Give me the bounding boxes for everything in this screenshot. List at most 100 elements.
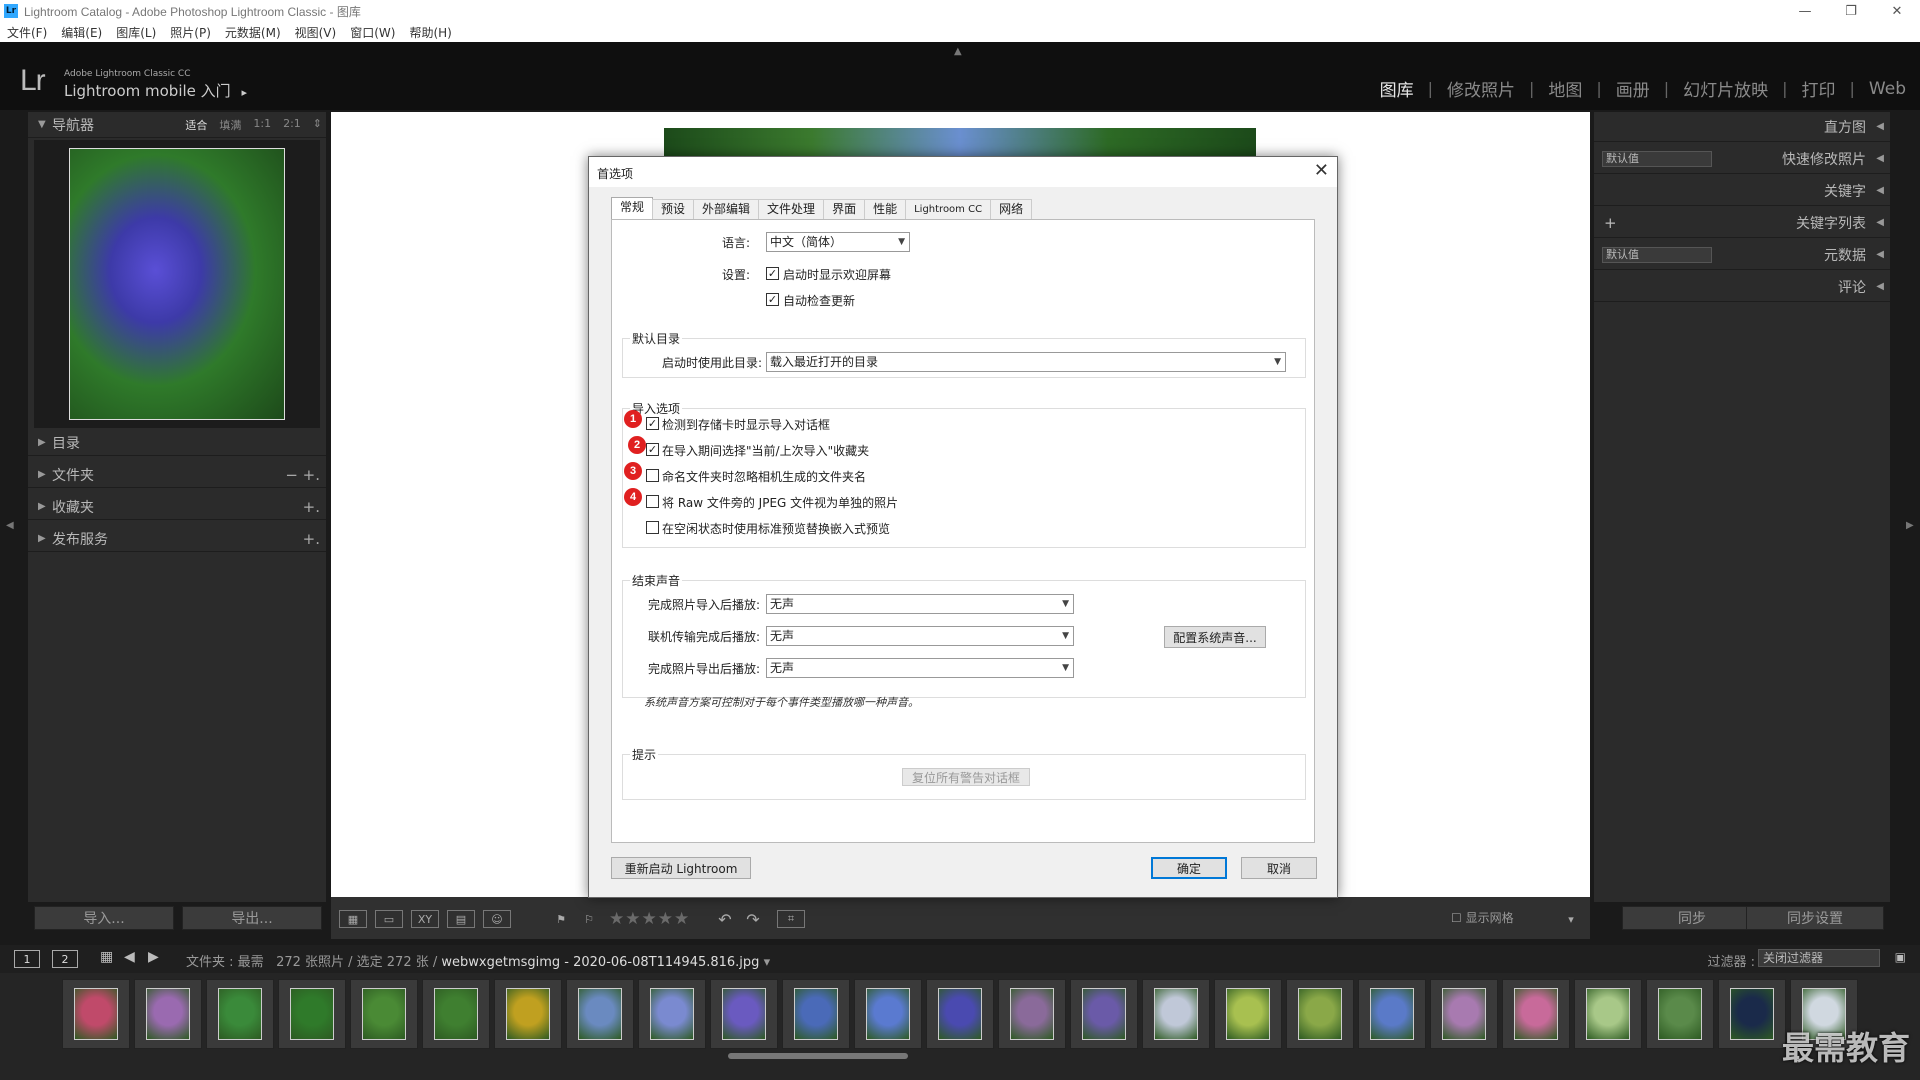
filter-lock-icon[interactable]: ▣ [1895, 950, 1906, 964]
zoom-fit-option[interactable]: 适合 [185, 117, 207, 133]
show-import-dialog-checkbox[interactable]: ✓ [646, 417, 659, 430]
metadata-preset-select[interactable]: 默认值 [1602, 246, 1712, 263]
compare-view-icon[interactable]: XY [411, 910, 439, 928]
back-arrow-icon[interactable]: ◀ [124, 949, 135, 965]
zoom-spinner-icon[interactable]: ⇕ [313, 117, 322, 133]
mobile-intro-link[interactable]: Lightroom mobile 入门 ▸ [64, 80, 247, 101]
metadata-header[interactable]: 默认值 元数据 ◀ [1594, 240, 1890, 270]
collections-actions[interactable]: +. [303, 498, 320, 516]
export-sound-select[interactable]: 无声 ▼ [766, 658, 1074, 678]
tab-general[interactable]: 常规 [611, 197, 654, 219]
close-window-button[interactable]: ✕ [1874, 0, 1920, 22]
navigator-header[interactable]: ▼ 导航器 适合 填满 1:1 2:1 ⇕ [28, 112, 326, 138]
filmstrip-thumbnail[interactable] [854, 979, 922, 1049]
restore-button[interactable]: ❐ [1828, 0, 1874, 22]
module-library[interactable]: 图库 [1380, 76, 1414, 101]
menu-view[interactable]: 视图(V) [295, 24, 337, 41]
ok-button[interactable]: 确定 [1151, 857, 1227, 879]
zoom-2-1-option[interactable]: 2:1 [283, 117, 301, 133]
keywording-header[interactable]: 关键字 ◀ [1594, 176, 1890, 206]
secondary-window-button[interactable]: 2 [52, 950, 78, 968]
menu-library[interactable]: 图库(L) [116, 24, 156, 41]
restart-lightroom-button[interactable]: 重新启动 Lightroom [611, 857, 751, 879]
quick-develop-header[interactable]: 默认值 快速修改照片 ◀ [1594, 144, 1890, 174]
filmstrip-thumbnail[interactable] [1142, 979, 1210, 1049]
menu-help[interactable]: 帮助(H) [409, 24, 451, 41]
rotate-right-icon[interactable]: ↷ [739, 910, 767, 929]
configure-system-sounds-button[interactable]: 配置系统声音... [1164, 626, 1266, 648]
zoom-fill-option[interactable]: 填满 [219, 117, 241, 133]
reset-warnings-button[interactable]: 复位所有警告对话框 [902, 768, 1030, 786]
filter-select[interactable]: 关闭过滤器 [1758, 949, 1880, 967]
collapse-left-icon[interactable]: ◀ [6, 520, 14, 531]
select-current-import-checkbox[interactable]: ✓ [646, 443, 659, 456]
quick-develop-preset-select[interactable]: 默认值 [1602, 150, 1712, 167]
module-develop[interactable]: 修改照片 [1447, 76, 1515, 101]
grid-icon[interactable]: ▦ [100, 949, 113, 965]
crop-icon[interactable]: ⌗ [777, 910, 805, 928]
keyword-list-header[interactable]: + 关键字列表 ◀ [1594, 208, 1890, 238]
filmstrip-thumbnail[interactable] [1430, 979, 1498, 1049]
jpeg-separate-checkbox[interactable] [646, 495, 659, 508]
filmstrip-thumbnail[interactable] [62, 979, 130, 1049]
folders-actions[interactable]: − +. [285, 466, 320, 484]
primary-window-button[interactable]: 1 [14, 950, 40, 968]
flag-icon[interactable]: ⚑ [547, 910, 575, 928]
tab-performance[interactable]: 性能 [864, 199, 907, 219]
dialog-close-button[interactable]: ✕ [1314, 160, 1329, 181]
sync-button[interactable]: 同步 [1622, 906, 1762, 930]
module-map[interactable]: 地图 [1548, 76, 1582, 101]
filmstrip-thumbnail[interactable] [1070, 979, 1138, 1049]
collapse-right-icon[interactable]: ▶ [1906, 520, 1914, 531]
tab-interface[interactable]: 界面 [823, 199, 866, 219]
import-button[interactable]: 导入... [34, 906, 174, 930]
import-sound-select[interactable]: 无声 ▼ [766, 594, 1074, 614]
menu-window[interactable]: 窗口(W) [350, 24, 395, 41]
reject-flag-icon[interactable]: ⚐ [575, 910, 603, 928]
zoom-1-1-option[interactable]: 1:1 [253, 117, 271, 133]
filmstrip-thumbnail[interactable] [1358, 979, 1426, 1049]
filmstrip-thumbnail[interactable] [782, 979, 850, 1049]
menu-file[interactable]: 文件(F) [7, 24, 47, 41]
collections-panel-header[interactable]: ▶ 收藏夹 +. [28, 494, 326, 520]
export-button[interactable]: 导出... [182, 906, 322, 930]
replace-embedded-preview-checkbox[interactable] [646, 521, 659, 534]
publish-panel-header[interactable]: ▶ 发布服务 +. [28, 526, 326, 552]
people-view-icon[interactable]: ☺ [483, 910, 511, 928]
toolbar-menu-icon[interactable]: ▾ [1557, 910, 1585, 928]
tab-file-handling[interactable]: 文件处理 [758, 199, 825, 219]
menu-edit[interactable]: 编辑(E) [61, 24, 102, 41]
filmstrip-thumbnail[interactable] [926, 979, 994, 1049]
filmstrip-thumbnail[interactable] [638, 979, 706, 1049]
tab-network[interactable]: 网络 [990, 199, 1033, 219]
catalog-panel-header[interactable]: ▶ 目录 [28, 430, 326, 456]
minimize-button[interactable]: — [1782, 0, 1828, 22]
collapse-top-icon[interactable]: ▲ [954, 46, 962, 57]
filmstrip-thumbnail[interactable] [1502, 979, 1570, 1049]
cancel-button[interactable]: 取消 [1241, 857, 1317, 879]
filmstrip-thumbnail[interactable] [278, 979, 346, 1049]
module-slideshow[interactable]: 幻灯片放映 [1683, 76, 1768, 101]
filmstrip-thumbnail[interactable] [566, 979, 634, 1049]
filmstrip-thumbnail[interactable] [1718, 979, 1786, 1049]
publish-actions[interactable]: +. [303, 530, 320, 548]
filmstrip-source[interactable]: 文件夹 : 最需 272 张照片 / 选定 272 张 / webwxgetms… [186, 951, 770, 970]
sync-settings-button[interactable]: 同步设置 [1746, 906, 1884, 930]
filmstrip-thumbnail[interactable] [998, 979, 1066, 1049]
filmstrip-thumbnail[interactable] [1286, 979, 1354, 1049]
auto-update-checkbox[interactable]: ✓ [766, 293, 779, 306]
filmstrip[interactable]: 最需教育 [0, 973, 1920, 1080]
module-book[interactable]: 画册 [1616, 76, 1650, 101]
filmstrip-thumbnail[interactable] [494, 979, 562, 1049]
navigator-preview[interactable] [34, 140, 320, 428]
filmstrip-thumbnail[interactable] [422, 979, 490, 1049]
menu-metadata[interactable]: 元数据(M) [225, 24, 281, 41]
tether-sound-select[interactable]: 无声 ▼ [766, 626, 1074, 646]
grid-view-icon[interactable]: ▦ [339, 910, 367, 928]
add-keyword-icon[interactable]: + [1604, 214, 1617, 232]
rotate-left-icon[interactable]: ↶ [711, 910, 739, 929]
survey-view-icon[interactable]: ▤ [447, 910, 475, 928]
tab-presets[interactable]: 预设 [652, 199, 695, 219]
module-web[interactable]: Web [1869, 79, 1906, 99]
show-splash-checkbox[interactable]: ✓ [766, 267, 779, 280]
